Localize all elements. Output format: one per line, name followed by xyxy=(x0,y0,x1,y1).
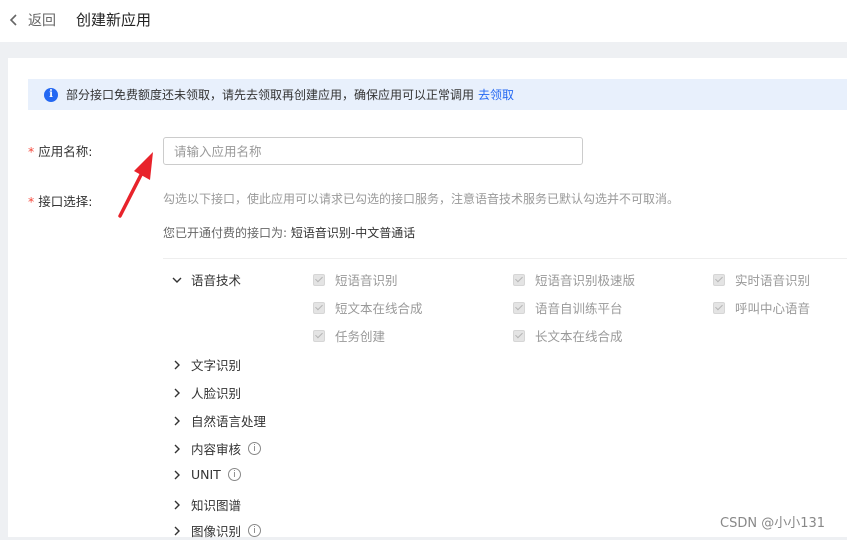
top-bar: 返回 创建新应用 xyxy=(0,0,847,42)
paid-apis: 您已开通付费的接口为: 短语音识别-中文普通话 xyxy=(163,224,415,241)
service-checkbox[interactable]: 短文本在线合成 xyxy=(313,298,423,317)
divider xyxy=(163,258,847,259)
info-icon[interactable]: i xyxy=(248,442,262,455)
back-label: 返回 xyxy=(28,13,56,29)
paid-apis-value: 短语音识别-中文普通话 xyxy=(290,226,416,240)
app-name-label: * 应用名称: xyxy=(28,141,92,160)
app-name-label-text: 应用名称: xyxy=(38,144,93,159)
notice-banner: i 部分接口免费额度还未领取，请先去领取再创建应用，确保应用可以正常调用 去领取 xyxy=(28,79,847,110)
info-icon[interactable]: i xyxy=(248,524,262,537)
api-select-hint: 勾选以下接口，使此应用可以请求已勾选的接口服务，注意语音技术服务已默认勾选并不可… xyxy=(163,192,680,206)
category-label: UNIT xyxy=(191,467,221,482)
paid-apis-prefix: 您已开通付费的接口为: xyxy=(163,226,288,240)
category-nlp[interactable]: 自然语言处理 xyxy=(172,411,266,430)
watermark: CSDN @小小131 xyxy=(720,516,826,531)
category-ocr[interactable]: 文字识别 xyxy=(172,355,241,374)
service-label: 任务创建 xyxy=(335,329,386,344)
chevron-right-icon xyxy=(174,470,180,479)
chevron-right-icon xyxy=(174,526,180,535)
checkbox-disabled-checked xyxy=(313,301,325,314)
service-checkbox[interactable]: 任务创建 xyxy=(313,326,385,345)
service-label: 短语音识别极速版 xyxy=(535,273,636,288)
category-image[interactable]: 图像识别 i xyxy=(172,521,262,540)
app-name-input[interactable] xyxy=(163,137,583,165)
category-label: 图像识别 xyxy=(191,524,242,539)
category-label: 知识图谱 xyxy=(191,498,242,513)
category-label: 自然语言处理 xyxy=(191,414,267,429)
info-icon[interactable]: i xyxy=(227,468,241,481)
service-label: 实时语音识别 xyxy=(735,273,811,288)
category-unit[interactable]: UNIT i xyxy=(172,467,241,482)
chevron-right-icon xyxy=(174,360,180,369)
service-checkbox[interactable]: 语音自训练平台 xyxy=(513,298,623,317)
claim-link[interactable]: 去领取 xyxy=(478,86,514,103)
service-checkbox[interactable]: 呼叫中心语音 xyxy=(713,298,810,317)
service-checkbox[interactable]: 短语音识别极速版 xyxy=(513,270,635,289)
back-button[interactable]: 返回 xyxy=(8,10,56,30)
category-label: 内容审核 xyxy=(191,442,242,457)
category-knowledge-graph[interactable]: 知识图谱 xyxy=(172,495,241,514)
service-checkbox[interactable]: 实时语音识别 xyxy=(713,270,810,289)
checkbox-disabled-checked xyxy=(313,329,325,342)
service-label: 语音自训练平台 xyxy=(535,301,623,316)
checkbox-disabled-checked xyxy=(513,301,525,314)
chevron-right-icon xyxy=(174,444,180,453)
service-label: 呼叫中心语音 xyxy=(735,301,811,316)
api-select-label-text: 接口选择: xyxy=(38,194,93,209)
service-checkbox[interactable]: 短语音识别 xyxy=(313,270,398,289)
api-select-label: * 接口选择: xyxy=(28,191,92,210)
category-face[interactable]: 人脸识别 xyxy=(172,383,241,402)
service-checkbox[interactable]: 长文本在线合成 xyxy=(513,326,623,345)
checkbox-disabled-checked xyxy=(513,329,525,342)
category-label: 语音技术 xyxy=(191,273,242,288)
chevron-right-icon xyxy=(174,388,180,397)
category-label: 文字识别 xyxy=(191,358,242,373)
checkbox-disabled-checked xyxy=(313,273,325,286)
service-label: 短文本在线合成 xyxy=(335,301,423,316)
checkbox-disabled-checked xyxy=(713,301,725,314)
chevron-left-icon xyxy=(9,14,17,26)
category-label: 人脸识别 xyxy=(191,386,242,401)
category-content-audit[interactable]: 内容审核 i xyxy=(172,439,262,458)
checkbox-disabled-checked xyxy=(513,273,525,286)
category-speech[interactable]: 语音技术 xyxy=(172,270,241,289)
notice-text: 部分接口免费额度还未领取，请先去领取再创建应用，确保应用可以正常调用 xyxy=(66,88,475,102)
chevron-down-icon xyxy=(172,277,182,283)
checkbox-disabled-checked xyxy=(713,273,725,286)
chevron-right-icon xyxy=(174,416,180,425)
page-title: 创建新应用 xyxy=(76,11,152,29)
chevron-right-icon xyxy=(174,500,180,509)
required-mark: * xyxy=(28,194,35,209)
service-label: 短语音识别 xyxy=(335,273,398,288)
service-label: 长文本在线合成 xyxy=(535,329,623,344)
info-icon: i xyxy=(44,87,58,102)
required-mark: * xyxy=(28,144,35,159)
arrow-annotation xyxy=(118,152,153,218)
